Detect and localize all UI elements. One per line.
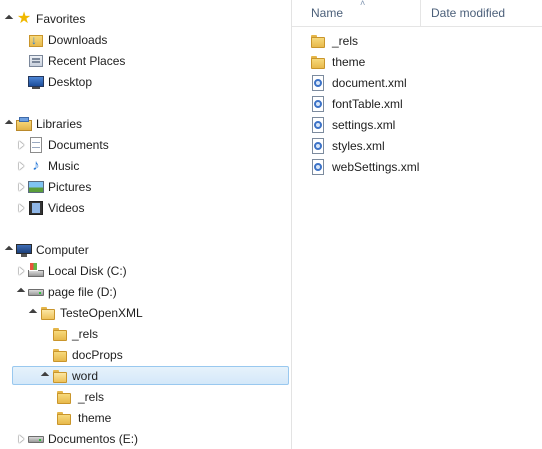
- collapse-arrow-icon[interactable]: [16, 182, 26, 192]
- libraries-label: Libraries: [36, 117, 83, 131]
- collapse-arrow-icon[interactable]: [16, 266, 26, 276]
- expand-arrow-icon[interactable]: [4, 14, 14, 24]
- library-item-videos[interactable]: Videos: [16, 198, 84, 218]
- folder-label: _rels: [78, 390, 105, 404]
- folder-icon: [52, 347, 68, 363]
- folder-label: _rels: [72, 327, 99, 341]
- library-item-label: Pictures: [48, 180, 92, 194]
- drive-page-file-d[interactable]: page file (D:): [16, 282, 117, 302]
- file-item-document-xml[interactable]: document.xml: [310, 73, 407, 93]
- favorites-node[interactable]: ★ Favorites: [4, 9, 86, 29]
- file-item-rels[interactable]: _rels: [310, 31, 358, 51]
- favorites-item-label: Recent Places: [48, 54, 126, 68]
- file-name: settings.xml: [332, 118, 396, 132]
- folder-rels[interactable]: _rels: [52, 324, 98, 344]
- library-item-label: Videos: [48, 201, 85, 215]
- folder-word-rels[interactable]: _rels: [56, 387, 104, 407]
- favorites-label: Favorites: [36, 12, 86, 26]
- drive-icon: [28, 284, 44, 300]
- favorites-item-recent-places[interactable]: Recent Places: [28, 51, 125, 71]
- collapse-arrow-icon[interactable]: [16, 203, 26, 213]
- expand-arrow-icon[interactable]: [40, 371, 50, 381]
- xml-file-icon: [310, 138, 326, 154]
- collapse-arrow-icon[interactable]: [16, 140, 26, 150]
- folder-label: TesteOpenXML: [60, 306, 143, 320]
- file-item-settings-xml[interactable]: settings.xml: [310, 115, 395, 135]
- xml-file-icon: [310, 75, 326, 91]
- folder-testeopenxml[interactable]: TesteOpenXML: [28, 303, 143, 323]
- favorites-item-downloads[interactable]: Downloads: [28, 30, 107, 50]
- folder-word-selected[interactable]: word: [12, 366, 289, 385]
- videos-icon: [28, 200, 44, 216]
- folder-word-theme[interactable]: theme: [56, 408, 111, 428]
- collapse-arrow-icon[interactable]: [16, 161, 26, 171]
- xml-file-icon: [310, 117, 326, 133]
- folder-icon: [56, 389, 72, 405]
- drive-label: Local Disk (C:): [48, 264, 127, 278]
- sort-ascending-icon: ˄: [360, 0, 366, 8]
- library-item-label: Documents: [48, 138, 109, 152]
- library-item-music[interactable]: ♪ Music: [16, 156, 79, 176]
- desktop-icon: [28, 74, 44, 90]
- library-item-documents[interactable]: Documents: [16, 135, 109, 155]
- folder-label: word: [72, 368, 99, 383]
- folder-docprops[interactable]: docProps: [52, 345, 123, 365]
- favorites-item-desktop[interactable]: Desktop: [28, 72, 92, 92]
- file-item-websettings-xml[interactable]: webSettings.xml: [310, 157, 419, 177]
- expand-arrow-icon[interactable]: [28, 308, 38, 318]
- computer-label: Computer: [36, 243, 89, 257]
- libraries-node[interactable]: Libraries: [4, 114, 82, 134]
- computer-node[interactable]: Computer: [4, 240, 89, 260]
- xml-file-icon: [310, 159, 326, 175]
- favorites-item-label: Downloads: [48, 33, 108, 47]
- library-item-label: Music: [48, 159, 80, 173]
- expand-arrow-icon[interactable]: [16, 287, 26, 297]
- navigation-pane: ★ Favorites Downloads Recent Places Desk…: [0, 0, 291, 449]
- column-name[interactable]: Name: [311, 6, 343, 20]
- column-header: Name ˄ Date modified: [292, 0, 542, 27]
- file-item-styles-xml[interactable]: styles.xml: [310, 136, 385, 156]
- file-name: theme: [332, 55, 366, 69]
- folder-label: docProps: [72, 348, 123, 362]
- expand-arrow-icon[interactable]: [4, 245, 14, 255]
- column-date-modified[interactable]: Date modified: [431, 6, 505, 20]
- star-icon: ★: [16, 10, 32, 27]
- folder-icon: [310, 54, 326, 70]
- folder-label: theme: [78, 411, 112, 425]
- folder-icon: [56, 410, 72, 426]
- downloads-folder-icon: [28, 32, 44, 48]
- computer-icon: [16, 242, 32, 258]
- documents-icon: [28, 137, 44, 153]
- file-name: fontTable.xml: [332, 97, 403, 111]
- file-name: webSettings.xml: [332, 160, 420, 174]
- drive-documentos-e[interactable]: Documentos (E:): [16, 429, 138, 449]
- file-name: _rels: [332, 34, 359, 48]
- library-item-pictures[interactable]: Pictures: [16, 177, 91, 197]
- file-item-theme[interactable]: theme: [310, 52, 365, 72]
- column-separator[interactable]: [420, 0, 421, 26]
- file-name: styles.xml: [332, 139, 385, 153]
- folder-icon: [52, 326, 68, 342]
- pictures-icon: [28, 179, 44, 195]
- music-icon: ♪: [32, 157, 40, 174]
- drive-local-disk-c[interactable]: Local Disk (C:): [16, 261, 127, 281]
- folder-icon: [310, 33, 326, 49]
- expand-arrow-icon[interactable]: [4, 119, 14, 129]
- favorites-item-label: Desktop: [48, 75, 93, 89]
- folder-icon: [52, 368, 68, 384]
- libraries-icon: [16, 116, 32, 132]
- collapse-arrow-icon[interactable]: [16, 434, 26, 444]
- file-list-pane: Name ˄ Date modified _rels theme documen…: [292, 0, 542, 449]
- system-drive-icon: [28, 262, 44, 279]
- drive-label: Documentos (E:): [48, 432, 139, 446]
- drive-icon: [28, 431, 44, 447]
- xml-file-icon: [310, 96, 326, 112]
- file-name: document.xml: [332, 76, 407, 90]
- file-item-fonttable-xml[interactable]: fontTable.xml: [310, 94, 403, 114]
- recent-places-icon: [28, 53, 44, 69]
- drive-label: page file (D:): [48, 285, 117, 299]
- folder-icon: [40, 305, 56, 321]
